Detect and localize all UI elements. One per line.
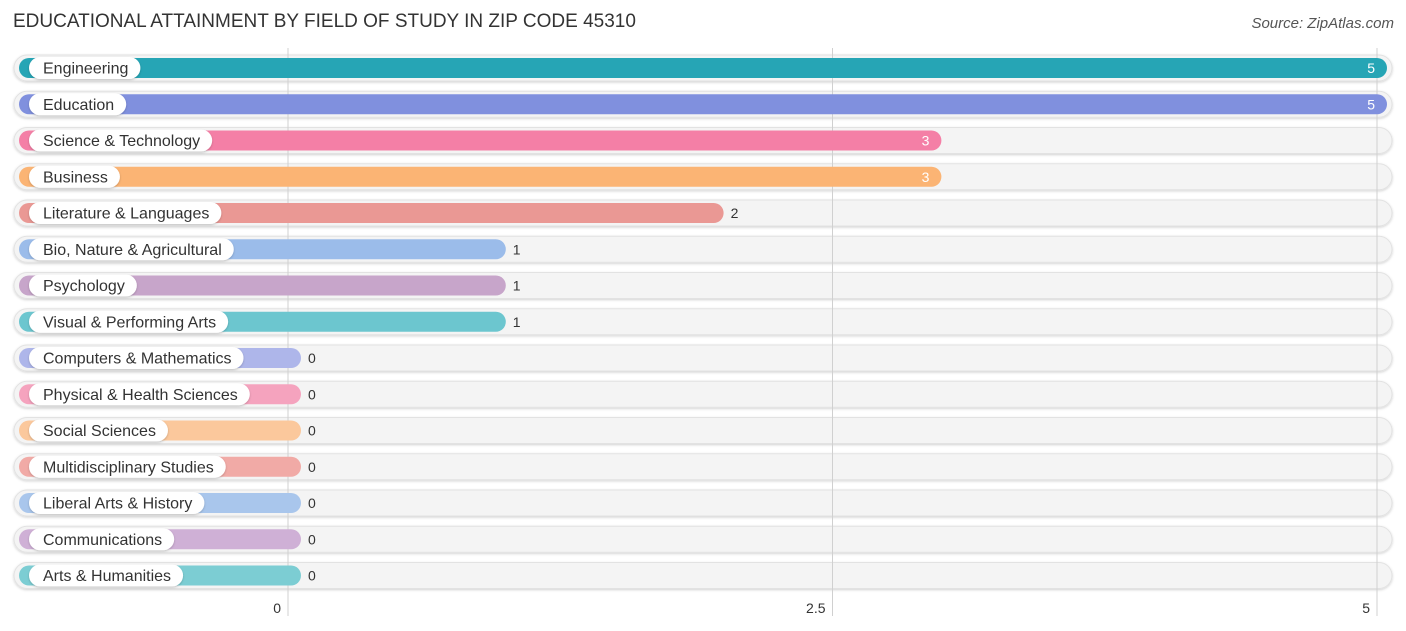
category-label: Psychology <box>43 278 125 295</box>
value-label: 0 <box>308 386 316 402</box>
x-tick-label: 5 <box>1362 600 1370 616</box>
value-label: 5 <box>1367 60 1375 76</box>
value-label: 1 <box>513 241 521 257</box>
category-label: Computers & Mathematics <box>43 351 232 368</box>
category-label: Education <box>43 97 114 114</box>
category-label: Business <box>43 169 108 186</box>
category-label: Social Sciences <box>43 423 156 440</box>
value-label: 0 <box>308 423 316 439</box>
x-axis: 0 2.5 5 <box>273 600 1370 616</box>
category-label: Literature & Languages <box>43 206 209 223</box>
category-label: Visual & Performing Arts <box>43 314 216 331</box>
value-label: 5 <box>1367 96 1375 112</box>
bar <box>19 94 1387 115</box>
bar-chart: Engineering 5 Education 5 Science & Technolo… <box>13 48 1393 616</box>
category-label: Bio, Nature & Agricultural <box>43 242 222 259</box>
value-label: 3 <box>922 169 930 185</box>
category-label: Liberal Arts & History <box>43 496 192 513</box>
value-label: 0 <box>308 350 316 366</box>
value-label: 0 <box>308 495 316 511</box>
category-label: Engineering <box>43 61 128 78</box>
category-label: Arts & Humanities <box>43 568 171 585</box>
value-label: 3 <box>922 133 930 149</box>
bar <box>19 166 942 187</box>
value-label: 0 <box>308 568 316 584</box>
x-tick-label: 2.5 <box>806 600 826 616</box>
value-label: 0 <box>308 531 316 547</box>
value-label: 1 <box>513 314 521 330</box>
category-label: Science & Technology <box>43 133 200 150</box>
value-label: 0 <box>308 459 316 475</box>
x-tick-label: 0 <box>273 600 281 616</box>
bar <box>19 58 1387 78</box>
value-label: 2 <box>731 205 739 221</box>
category-label: Physical & Health Sciences <box>43 387 238 404</box>
category-label: Multidisciplinary Studies <box>43 459 214 476</box>
value-label: 1 <box>513 278 521 294</box>
category-label: Communications <box>43 532 162 549</box>
